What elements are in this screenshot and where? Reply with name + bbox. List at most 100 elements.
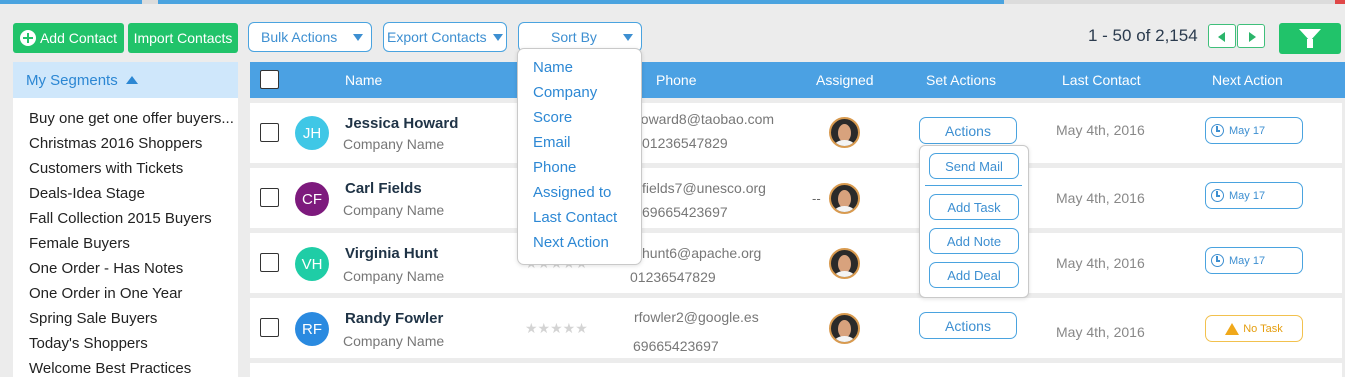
- actions-button[interactable]: Actions: [919, 117, 1017, 144]
- prev-page-button[interactable]: [1208, 24, 1236, 48]
- score-stars[interactable]: ★★★★★: [525, 320, 588, 337]
- sort-option-email[interactable]: Email: [533, 134, 571, 151]
- caret-down-icon: [353, 34, 363, 41]
- column-name[interactable]: Name: [345, 72, 382, 88]
- segment-item[interactable]: Customers with Tickets: [13, 156, 238, 181]
- segment-item[interactable]: Deals-Idea Stage: [13, 181, 238, 206]
- next-page-button[interactable]: [1237, 24, 1265, 48]
- segment-item[interactable]: Welcome Best Practices: [13, 356, 238, 377]
- menu-divider: [925, 185, 1022, 186]
- table-row[interactable]: JH Jessica Howard Company Name howard8@t…: [250, 103, 1342, 163]
- last-contact-date: May 4th, 2016: [1056, 190, 1145, 206]
- sort-option-phone[interactable]: Phone: [533, 159, 576, 176]
- table-row[interactable]: CF Carl Fields Company Name fields7@unes…: [250, 168, 1342, 228]
- column-set-actions: Set Actions: [926, 72, 997, 88]
- segment-item[interactable]: Today's Shoppers: [13, 331, 238, 356]
- import-contacts-button[interactable]: Import Contacts: [128, 23, 238, 53]
- next-action-date: May 17: [1229, 254, 1266, 267]
- assigned-user-avatar[interactable]: [829, 248, 860, 279]
- avatar: VH: [295, 247, 329, 281]
- contact-name[interactable]: Jessica Howard: [345, 115, 458, 132]
- last-contact-date: May 4th, 2016: [1056, 122, 1145, 138]
- filter-button[interactable]: [1279, 23, 1341, 54]
- sort-option-last-contact[interactable]: Last Contact: [533, 209, 617, 226]
- add-task-button[interactable]: Add Task: [929, 194, 1019, 220]
- contact-phone: 69665423697: [633, 338, 719, 354]
- next-action-button[interactable]: May 17: [1205, 247, 1303, 274]
- row-checkbox[interactable]: [260, 188, 279, 207]
- contact-email[interactable]: hunt6@apache.org: [642, 245, 761, 261]
- table-row[interactable]: VH Virginia Hunt Company Name ★★★★★ hunt…: [250, 233, 1342, 293]
- select-all-checkbox[interactable]: [260, 70, 279, 89]
- contact-name[interactable]: Randy Fowler: [345, 310, 443, 327]
- send-mail-button[interactable]: Send Mail: [929, 153, 1019, 179]
- caret-up-icon: [125, 76, 138, 84]
- contact-name[interactable]: Carl Fields: [345, 180, 422, 197]
- table-row[interactable]: RF Randy Fowler Company Name ★★★★★ rfowl…: [250, 298, 1342, 358]
- assigned-separator: --: [812, 191, 821, 206]
- segment-item[interactable]: Fall Collection 2015 Buyers: [13, 206, 238, 231]
- column-next-action[interactable]: Next Action: [1212, 72, 1283, 88]
- export-contacts-dropdown[interactable]: Export Contacts: [383, 22, 507, 52]
- assigned-user-avatar[interactable]: [829, 313, 860, 344]
- bulk-actions-label: Bulk Actions: [261, 29, 338, 45]
- sort-option-name[interactable]: Name: [533, 59, 573, 76]
- warning-icon: [1225, 322, 1240, 335]
- row-checkbox[interactable]: [260, 253, 279, 272]
- avatar: CF: [295, 182, 329, 216]
- sort-option-score[interactable]: Score: [533, 109, 572, 126]
- plus-circle-icon: [19, 30, 36, 46]
- assigned-user-avatar[interactable]: [829, 117, 860, 148]
- company-name: Company Name: [343, 268, 445, 284]
- actions-button[interactable]: Actions: [919, 312, 1017, 339]
- sort-option-next-action[interactable]: Next Action: [533, 234, 609, 251]
- no-task-label: No Task: [1243, 322, 1283, 335]
- clock-icon: [1211, 124, 1224, 137]
- sort-option-company[interactable]: Company: [533, 84, 597, 101]
- last-contact-date: May 4th, 2016: [1056, 324, 1145, 340]
- contact-email[interactable]: howard8@taobao.com: [633, 111, 774, 127]
- segment-item[interactable]: One Order - Has Notes: [13, 256, 238, 281]
- last-contact-date: May 4th, 2016: [1056, 255, 1145, 271]
- chevron-left-icon: [1218, 32, 1225, 42]
- pagination-total: of 2,154: [1136, 26, 1198, 45]
- table-row[interactable]: [250, 363, 1342, 377]
- my-segments-header[interactable]: My Segments: [13, 62, 238, 98]
- bulk-actions-dropdown[interactable]: Bulk Actions: [248, 22, 372, 52]
- contact-phone: 01236547829: [630, 269, 716, 285]
- contact-email[interactable]: fields7@unesco.org: [642, 180, 766, 196]
- add-contact-label: Add Contact: [39, 30, 118, 46]
- next-action-date: May 17: [1229, 124, 1266, 137]
- segment-item[interactable]: One Order in One Year: [13, 281, 238, 306]
- caret-down-icon: [623, 34, 633, 41]
- segment-item[interactable]: Spring Sale Buyers: [13, 306, 238, 331]
- segment-item[interactable]: Christmas 2016 Shoppers: [13, 131, 238, 156]
- sort-by-label: Sort By: [551, 29, 597, 45]
- row-checkbox[interactable]: [260, 318, 279, 337]
- clock-icon: [1211, 254, 1224, 267]
- pagination-summary: 1 - 50 of 2,154: [1088, 26, 1198, 46]
- segment-item[interactable]: Buy one get one offer buyers...: [13, 106, 238, 131]
- contacts-table-header: Name Phone Assigned Set Actions Last Con…: [250, 62, 1345, 98]
- company-name: Company Name: [343, 136, 445, 152]
- segment-list: Buy one get one offer buyers... Christma…: [13, 98, 238, 377]
- next-action-button[interactable]: May 17: [1205, 117, 1303, 144]
- sort-option-assigned[interactable]: Assigned to: [533, 184, 611, 201]
- actions-menu: Send Mail Add Task Add Note Add Deal: [919, 145, 1029, 298]
- segment-item[interactable]: Female Buyers: [13, 231, 238, 256]
- contact-email[interactable]: rfowler2@google.es: [634, 309, 759, 325]
- add-deal-button[interactable]: Add Deal: [929, 262, 1019, 288]
- contact-name[interactable]: Virginia Hunt: [345, 245, 438, 262]
- column-phone[interactable]: Phone: [656, 72, 696, 88]
- next-action-button[interactable]: May 17: [1205, 182, 1303, 209]
- column-last-contact[interactable]: Last Contact: [1062, 72, 1141, 88]
- column-assigned[interactable]: Assigned: [816, 72, 874, 88]
- chevron-right-icon: [1249, 32, 1256, 42]
- sort-by-menu: Name Company Score Email Phone Assigned …: [517, 48, 642, 265]
- no-task-button[interactable]: No Task: [1205, 315, 1303, 342]
- add-contact-button[interactable]: Add Contact: [13, 23, 124, 53]
- company-name: Company Name: [343, 333, 445, 349]
- row-checkbox[interactable]: [260, 123, 279, 142]
- add-note-button[interactable]: Add Note: [929, 228, 1019, 254]
- assigned-user-avatar[interactable]: [829, 183, 860, 214]
